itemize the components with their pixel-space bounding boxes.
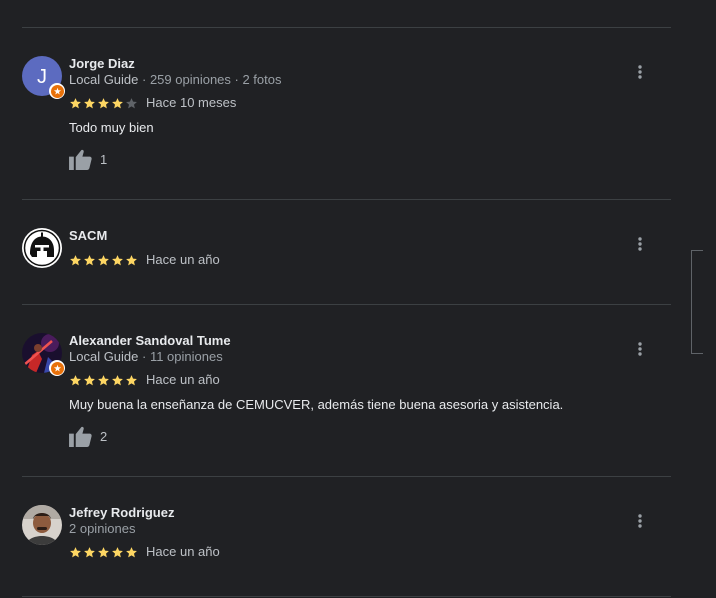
reviewer-name[interactable]: Jorge Diaz — [69, 56, 135, 72]
more-options-button[interactable] — [630, 511, 650, 531]
like-count: 2 — [100, 428, 108, 444]
divider — [22, 27, 671, 28]
review-date: Hace un año — [146, 372, 220, 387]
star-filled-icon — [126, 254, 137, 265]
local-guide-badge-icon — [49, 360, 65, 376]
divider — [22, 596, 671, 597]
local-guide-badge-icon — [49, 83, 65, 99]
like-count: 1 — [100, 151, 108, 167]
like-button[interactable]: 1 — [69, 148, 107, 170]
star-filled-icon — [84, 546, 95, 557]
star-filled-icon — [98, 254, 109, 265]
avatar[interactable] — [22, 333, 65, 376]
divider — [22, 476, 671, 477]
star-rating — [69, 254, 138, 267]
reviewer-meta[interactable]: 2 opiniones — [69, 521, 136, 537]
star-filled-icon — [70, 254, 81, 265]
star-filled-icon — [112, 97, 123, 108]
star-filled-icon — [112, 546, 123, 557]
more-vert-icon — [638, 237, 642, 251]
more-vert-icon — [638, 342, 642, 356]
star-rating — [69, 374, 138, 387]
more-vert-icon — [638, 514, 642, 528]
rating-row: Hace 10 meses — [69, 95, 236, 111]
helmet-logo-icon — [22, 228, 62, 268]
thumbs-up-icon — [69, 149, 92, 170]
more-vert-icon — [638, 65, 642, 79]
star-filled-icon — [98, 374, 109, 385]
review-text: Muy buena la enseñanza de CEMUCVER, adem… — [69, 397, 564, 412]
star-filled-icon — [112, 374, 123, 385]
more-options-button[interactable] — [630, 339, 650, 359]
divider — [22, 304, 671, 305]
star-filled-icon — [98, 97, 109, 108]
reviewer-name[interactable]: Alexander Sandoval Tume — [69, 333, 231, 349]
star-filled-icon — [112, 254, 123, 265]
star-rating — [69, 546, 138, 559]
star-filled-icon — [126, 546, 137, 557]
local-guide-label: Local Guide — [69, 72, 139, 87]
review-date: Hace un año — [146, 544, 220, 559]
star-filled-icon — [84, 374, 95, 385]
star-filled-icon — [126, 374, 137, 385]
star-filled-icon — [98, 546, 109, 557]
scrollbar[interactable] — [691, 250, 703, 354]
reviewer-stats: · 11 opiniones — [138, 349, 223, 364]
reviewer-name[interactable]: SACM — [69, 228, 107, 244]
thumbs-up-icon — [69, 426, 92, 447]
avatar[interactable] — [22, 505, 62, 545]
like-button[interactable]: 2 — [69, 425, 107, 447]
local-guide-label: Local Guide — [69, 349, 139, 364]
rating-row: Hace un año — [69, 544, 220, 560]
divider — [22, 199, 671, 200]
rating-row: Hace un año — [69, 252, 220, 268]
more-options-button[interactable] — [630, 62, 650, 82]
more-options-button[interactable] — [630, 234, 650, 254]
avatar-initial: J — [37, 66, 47, 88]
star-filled-icon — [70, 546, 81, 557]
star-filled-icon — [84, 97, 95, 108]
reviews-panel: J Jorge Diaz Local Guide · 259 opiniones… — [0, 0, 716, 598]
reviewer-stats: · 259 opiniones · 2 fotos — [138, 72, 282, 87]
reviewer-stats: 2 opiniones — [69, 521, 136, 536]
star-rating — [69, 97, 138, 110]
review-text: Todo muy bien — [69, 120, 154, 135]
photo-avatar — [22, 505, 62, 545]
star-filled-icon — [70, 97, 81, 108]
avatar[interactable]: J — [22, 56, 65, 99]
reviewer-name[interactable]: Jefrey Rodriguez — [69, 505, 174, 521]
avatar[interactable] — [22, 228, 62, 268]
reviewer-meta[interactable]: Local Guide · 259 opiniones · 2 fotos — [69, 72, 281, 88]
star-filled-icon — [84, 254, 95, 265]
review-date: Hace 10 meses — [146, 95, 237, 110]
rating-row: Hace un año — [69, 372, 220, 388]
star-filled-icon — [70, 374, 81, 385]
reviewer-meta[interactable]: Local Guide · 11 opiniones — [69, 349, 223, 365]
review-date: Hace un año — [146, 252, 220, 267]
star-empty-icon — [126, 97, 137, 108]
